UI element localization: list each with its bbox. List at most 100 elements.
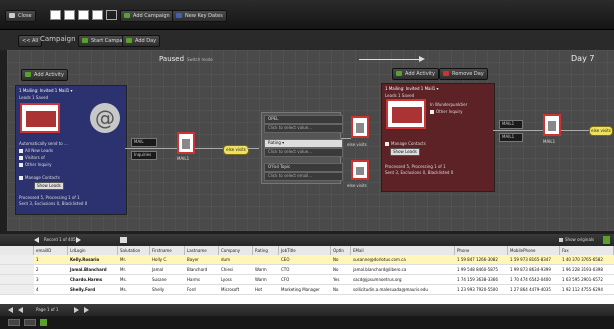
table-cell[interactable]: 1 99 548 8460-5875 <box>455 265 508 274</box>
table-cell[interactable]: No <box>331 265 351 274</box>
column-header[interactable]: LdLogin <box>68 246 118 255</box>
table-cell[interactable] <box>253 255 279 264</box>
table-cell[interactable]: Warm <box>253 275 279 284</box>
mail-node-thumbnail[interactable] <box>543 114 561 136</box>
mailing-panel-left[interactable]: 1 Mailing: Invited 1 Mail1 ▾ Leads 1 Sav… <box>15 85 127 215</box>
table-row[interactable]: 4 Shelly.Ford Ms. Shelly Ford Microsoft Hot Mar… <box>0 285 614 295</box>
table-cell[interactable]: Mr. <box>118 265 150 274</box>
manage-contacts-row[interactable]: Manage Contacts <box>385 141 426 146</box>
last-page-icon[interactable] <box>84 307 89 313</box>
table-cell[interactable]: sacd@jpsumnoetrus.org <box>351 275 455 284</box>
table-cell[interactable]: Yes <box>331 275 351 284</box>
add-activity-button-right[interactable]: Add Activity <box>392 68 439 80</box>
close-button[interactable]: Close <box>5 10 36 22</box>
add-day-button[interactable]: Add Day <box>122 35 161 47</box>
table-row[interactable]: 2 Jamal.Blanchard Mr. Jamal Blanchard Chiesi W… <box>0 265 614 275</box>
table-cell[interactable]: Jamal <box>150 265 185 274</box>
table-cell[interactable]: Shelly.Ford <box>68 285 118 294</box>
checkbox[interactable] <box>19 149 23 153</box>
option-row[interactable]: Other Inquiry <box>430 109 463 114</box>
else-visits-pill[interactable]: else visits <box>223 145 249 155</box>
table-cell[interactable]: 1 96 228 3193-0398 <box>560 265 614 274</box>
first-page-icon[interactable] <box>8 307 13 313</box>
edit-icon[interactable] <box>120 237 127 243</box>
column-header[interactable]: Company <box>219 246 253 255</box>
row-indicator[interactable] <box>0 275 34 284</box>
table-cell[interactable]: Kelly.Rosario <box>68 255 118 264</box>
view-toggle-icon[interactable] <box>8 319 20 326</box>
rule-email-select[interactable]: Click to select email... <box>264 172 343 181</box>
table-cell[interactable]: dum <box>219 255 253 264</box>
table-cell[interactable]: Ms. <box>118 285 150 294</box>
option-row[interactable]: Other Inquiry <box>19 162 52 167</box>
table-cell[interactable]: Lyoss <box>219 275 253 284</box>
checkbox[interactable] <box>430 110 434 114</box>
table-cell[interactable]: 1 <box>34 255 68 264</box>
table-row[interactable]: 3 Chardo.Harms Ms. Susane Harms Lyoss Warm CFO Y… <box>0 275 614 285</box>
table-cell[interactable]: 1 63 595 2901-6572 <box>560 275 614 284</box>
column-header[interactable]: MobilePhone <box>508 246 560 255</box>
column-header[interactable]: Salutation <box>118 246 150 255</box>
column-header[interactable]: Firstname <box>150 246 185 255</box>
row-indicator[interactable] <box>0 255 34 264</box>
table-cell[interactable]: 1 59 973 8165-8347 <box>508 255 560 264</box>
table-cell[interactable]: 1 92 112 4755-6294 <box>560 285 614 294</box>
mail-node-thumbnail[interactable] <box>351 116 369 138</box>
else-visits-pill[interactable]: else visits <box>589 126 613 136</box>
checkbox[interactable] <box>19 176 23 180</box>
checkbox[interactable] <box>385 142 389 146</box>
checkbox[interactable] <box>19 156 23 160</box>
option-row[interactable]: Visitors of <box>19 155 45 160</box>
mail-node-thumbnail[interactable] <box>177 132 195 154</box>
table-cell[interactable]: jamal.blanchard@libero.ca <box>351 265 455 274</box>
column-header[interactable]: Lastname <box>185 246 219 255</box>
next-record-icon[interactable] <box>76 237 81 243</box>
table-cell[interactable]: No <box>331 285 351 294</box>
option-row[interactable]: All New Leads <box>19 148 53 153</box>
view-toggle-icon[interactable] <box>24 319 36 326</box>
show-leads-button[interactable]: Show Leads <box>390 148 420 156</box>
rule-title[interactable]: O'Fail Topic <box>264 163 343 172</box>
column-header[interactable]: emailID <box>34 246 68 255</box>
remove-day-button[interactable]: Remove Day <box>439 68 488 80</box>
add-campaign-button[interactable]: Add Campaign <box>120 10 174 22</box>
rule-value-select[interactable]: Click to select value... <box>264 124 343 133</box>
column-header[interactable]: Phone <box>455 246 508 255</box>
column-header[interactable]: JobTitle <box>279 246 331 255</box>
table-cell[interactable]: 1 59 847 1266-3082 <box>455 255 508 264</box>
table-cell[interactable]: Microsoft <box>219 285 253 294</box>
table-cell[interactable]: Marketing Manager <box>279 285 331 294</box>
table-cell[interactable]: susanne@dorlotus.com.ca <box>351 255 455 264</box>
prev-page-icon[interactable] <box>18 307 23 313</box>
layout-grid-icon[interactable] <box>106 10 117 20</box>
back-all-button[interactable]: << All <box>18 35 43 47</box>
table-cell[interactable]: 1 40 370 3765-6582 <box>560 255 614 264</box>
checkbox[interactable] <box>19 163 23 167</box>
column-header[interactable]: OptIn <box>331 246 351 255</box>
table-cell[interactable]: Bayer <box>185 255 219 264</box>
table-row[interactable]: 1 Kelly.Rosario Mr. Holly C. Bayer dum CEO No su… <box>0 255 614 265</box>
table-cell[interactable]: Holly C. <box>150 255 185 264</box>
layout-4col-icon[interactable] <box>92 10 103 20</box>
table-cell[interactable]: Warm <box>253 265 279 274</box>
mail-connector-1[interactable]: MAIL1 <box>499 120 523 129</box>
table-cell[interactable]: 4 <box>34 285 68 294</box>
table-cell[interactable]: 2 <box>34 265 68 274</box>
column-header[interactable]: Fax <box>560 246 614 255</box>
prev-record-icon[interactable] <box>34 237 39 243</box>
table-cell[interactable]: Harms <box>185 275 219 284</box>
show-originals-checkbox[interactable] <box>559 238 563 242</box>
layout-2col-icon[interactable] <box>64 10 75 20</box>
mailing-panel-right[interactable]: 1 Mailing: Invited 1 Mail1 ▾ Leads 1 Sav… <box>381 83 495 192</box>
next-page-icon[interactable] <box>74 307 79 313</box>
table-cell[interactable]: 1 27 864 4479-4035 <box>508 285 560 294</box>
table-cell[interactable]: 1 99 873 8634-9399 <box>508 265 560 274</box>
mail-connector-2[interactable]: Inquiries <box>131 151 157 160</box>
rule-title[interactable]: OPEL <box>264 115 343 124</box>
table-cell[interactable]: Jamal.Blanchard <box>68 265 118 274</box>
row-indicator[interactable] <box>0 265 34 274</box>
table-cell[interactable]: CFO <box>279 275 331 284</box>
mail-node-thumbnail[interactable] <box>351 160 369 180</box>
add-activity-button-left[interactable]: Add Activity <box>21 69 68 81</box>
export-icon[interactable] <box>603 236 610 244</box>
